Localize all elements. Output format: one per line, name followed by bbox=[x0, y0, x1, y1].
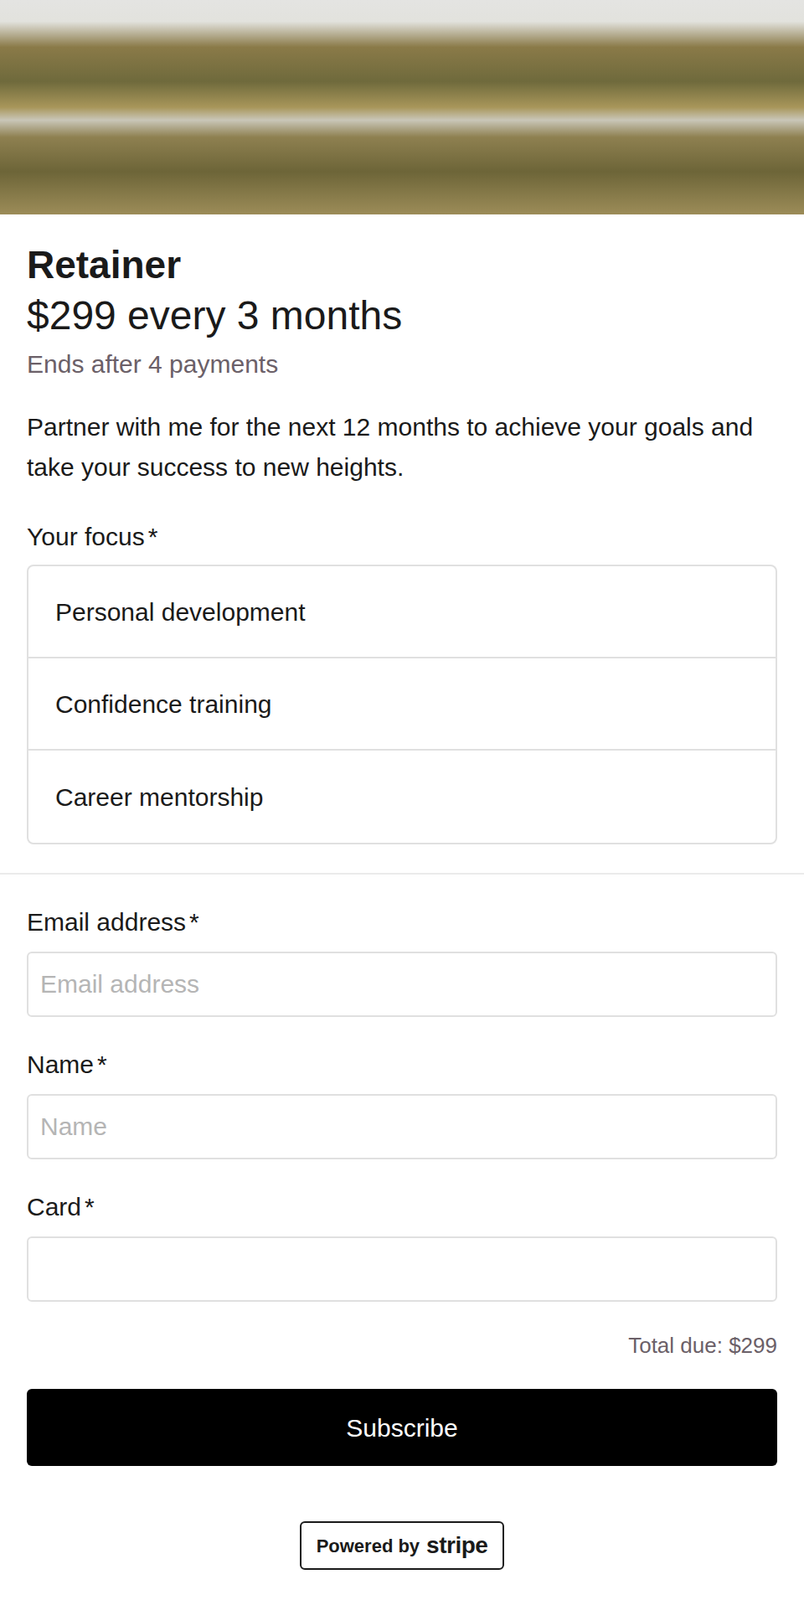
focus-option[interactable]: Personal development bbox=[28, 566, 776, 659]
focus-list: Personal development Confidence training C… bbox=[26, 564, 778, 845]
checkout-form: Email address*Name*Card*Total due: $299S… bbox=[0, 904, 804, 1570]
label-text: Name bbox=[26, 1050, 94, 1078]
required-mark: * bbox=[97, 1050, 108, 1078]
powered-by-badge[interactable]: Powered bystripe bbox=[299, 1520, 506, 1570]
field-input[interactable] bbox=[26, 1093, 778, 1160]
field-label: Name* bbox=[26, 1046, 778, 1083]
required-mark: * bbox=[189, 907, 200, 936]
field-input[interactable] bbox=[26, 1236, 778, 1302]
field-label: Card* bbox=[26, 1189, 778, 1225]
product-title: Retainer bbox=[26, 239, 778, 290]
field-label: Email address* bbox=[26, 904, 778, 940]
product-section: Retainer$299 every 3 months Ends after 4 … bbox=[0, 239, 804, 845]
field-label: Your focus* bbox=[26, 519, 778, 555]
field-input[interactable] bbox=[26, 951, 778, 1017]
option-label: Confidence training bbox=[55, 685, 273, 723]
focus-option[interactable]: Career mentorship bbox=[28, 750, 776, 843]
option-label: Career mentorship bbox=[55, 778, 263, 816]
label-text: Email address bbox=[26, 907, 186, 936]
required-mark: * bbox=[84, 1192, 95, 1221]
header-photo bbox=[0, 0, 804, 215]
product-description: Partner with me for the next 12 months t… bbox=[26, 407, 778, 488]
product-price: $299 every 3 months bbox=[26, 289, 778, 342]
total-due: Total due: $299 bbox=[26, 1329, 778, 1361]
label-text: Your focus bbox=[26, 522, 145, 551]
focus-option[interactable]: Confidence training bbox=[28, 658, 776, 751]
stripe-logo: stripe bbox=[426, 1527, 488, 1563]
payment-terms: Ends after 4 payments bbox=[26, 346, 778, 382]
option-label: Personal development bbox=[55, 592, 306, 631]
label-text: Card bbox=[26, 1192, 82, 1221]
required-mark: * bbox=[148, 522, 159, 551]
footer: Powered bystripe bbox=[26, 1520, 778, 1570]
divider bbox=[0, 872, 804, 875]
subscribe-button[interactable]: Subscribe bbox=[26, 1388, 778, 1466]
powered-text: Powered by bbox=[316, 1531, 420, 1560]
